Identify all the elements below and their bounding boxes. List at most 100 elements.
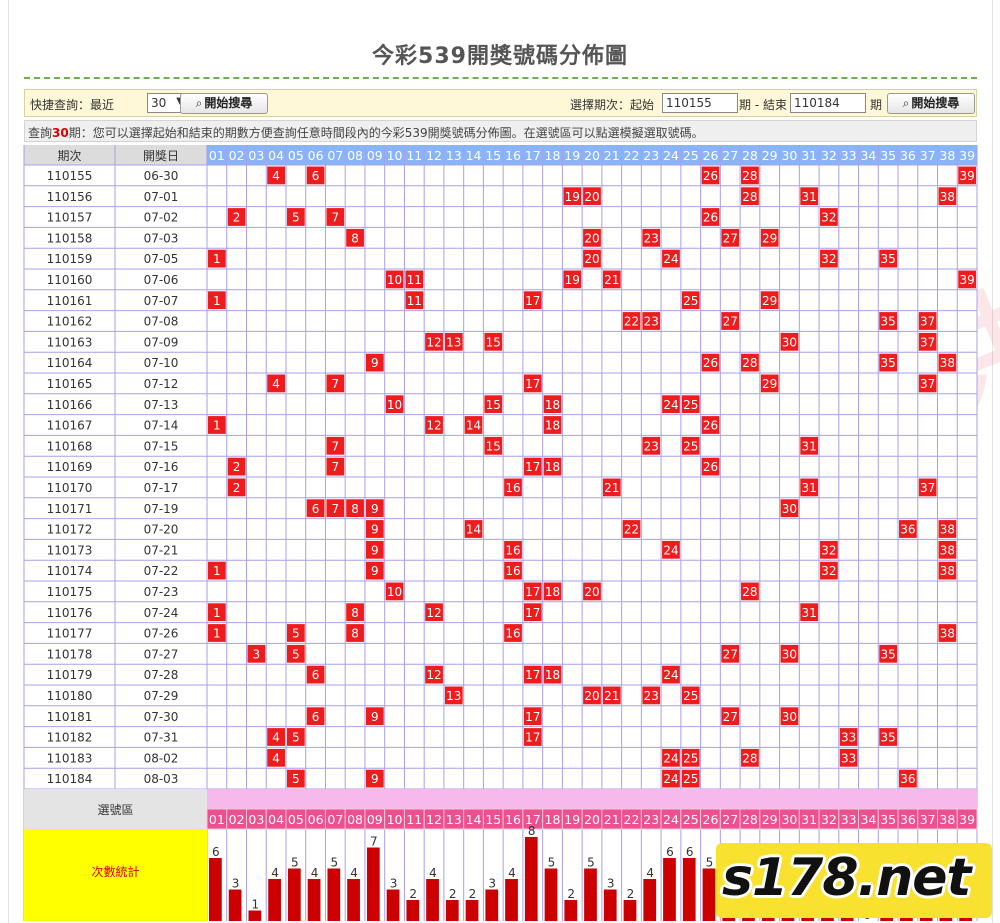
- drawn-number-label: 9: [371, 543, 379, 557]
- pick-number-label[interactable]: 36: [900, 812, 916, 827]
- count-bar: [406, 900, 420, 921]
- number-column-header: 35: [880, 148, 896, 163]
- number-column-header: 39: [959, 148, 975, 163]
- period-cell: 110173: [47, 543, 93, 557]
- pick-number-label[interactable]: 31: [801, 812, 817, 827]
- drawn-number-label: 20: [584, 689, 599, 703]
- pick-number-label[interactable]: 22: [624, 812, 640, 827]
- number-column-header: 04: [268, 148, 284, 163]
- pick-number-label[interactable]: 12: [426, 812, 442, 827]
- pick-number-label[interactable]: 27: [722, 812, 738, 827]
- pick-number-label[interactable]: 05: [288, 812, 304, 827]
- period-cell: 110163: [47, 335, 93, 349]
- pick-number-label[interactable]: 07: [327, 812, 343, 827]
- pick-number-label[interactable]: 39: [959, 812, 975, 827]
- count-bar: [248, 910, 262, 921]
- date-cell: 07-08: [144, 315, 179, 329]
- pick-number-label[interactable]: 11: [406, 812, 422, 827]
- drawn-number-label: 36: [900, 772, 915, 786]
- drawn-number-label: 37: [920, 335, 935, 349]
- drawn-number-label: 17: [525, 460, 540, 474]
- pick-number-label[interactable]: 21: [604, 812, 620, 827]
- pick-number-label[interactable]: 30: [781, 812, 797, 827]
- drawn-number-label: 7: [332, 211, 340, 225]
- pick-number-label[interactable]: 16: [505, 812, 521, 827]
- drawn-number-label: 38: [940, 627, 955, 641]
- drawn-number-label: 4: [272, 731, 280, 745]
- drawn-number-label: 2: [233, 211, 241, 225]
- date-cell: 07-26: [144, 627, 179, 641]
- number-column-header: 05: [288, 148, 304, 163]
- drawn-number-label: 25: [683, 689, 698, 703]
- drawn-number-label: 28: [742, 190, 757, 204]
- drawn-number-label: 18: [545, 460, 560, 474]
- pick-number-label[interactable]: 01: [209, 812, 225, 827]
- pick-number-label[interactable]: 26: [703, 812, 719, 827]
- drawn-number-label: 30: [782, 502, 797, 516]
- pick-number-label[interactable]: 25: [683, 812, 699, 827]
- period-cell: 110155: [47, 169, 93, 183]
- pick-number-label[interactable]: 28: [742, 812, 758, 827]
- pick-number-label[interactable]: 18: [545, 812, 561, 827]
- count-bar: [643, 879, 657, 921]
- drawn-number-label: 33: [841, 751, 856, 765]
- number-column-header: 37: [920, 148, 936, 163]
- pick-number-label[interactable]: 04: [268, 812, 284, 827]
- drawn-number-label: 21: [604, 689, 619, 703]
- count-bar: [327, 868, 341, 921]
- count-value: 8: [528, 824, 536, 838]
- pick-number-label[interactable]: 33: [841, 812, 857, 827]
- drawn-number-label: 7: [332, 502, 340, 516]
- pick-number-label[interactable]: 08: [347, 812, 363, 827]
- date-column-header: 開獎日: [143, 148, 179, 163]
- pick-number-label[interactable]: 06: [308, 812, 324, 827]
- number-column-header: 15: [485, 148, 501, 163]
- pick-number-label[interactable]: 29: [762, 812, 778, 827]
- pick-number-label[interactable]: 10: [387, 812, 403, 827]
- number-column-header: 24: [663, 148, 679, 163]
- pick-number-label[interactable]: 34: [860, 812, 876, 827]
- date-cell: 07-23: [144, 585, 179, 599]
- date-cell: 07-05: [144, 252, 179, 266]
- pick-number-label[interactable]: 23: [643, 812, 659, 827]
- drawn-number-label: 1: [213, 419, 221, 433]
- period-cell: 110161: [47, 294, 93, 308]
- date-cell: 06-30: [144, 169, 179, 183]
- pick-number-label[interactable]: 15: [485, 812, 501, 827]
- drawn-number-label: 23: [644, 231, 659, 245]
- pick-number-label[interactable]: 38: [939, 812, 955, 827]
- count-value: 3: [488, 877, 496, 891]
- pick-number-label[interactable]: 03: [248, 812, 264, 827]
- drawn-number-label: 7: [332, 377, 340, 391]
- number-column-header: 25: [683, 148, 699, 163]
- drawn-number-label: 31: [802, 439, 817, 453]
- period-cell: 110160: [47, 273, 93, 287]
- pick-number-label[interactable]: 09: [367, 812, 383, 827]
- drawn-number-label: 5: [292, 647, 300, 661]
- pick-number-label[interactable]: 19: [564, 812, 580, 827]
- pick-number-label[interactable]: 32: [821, 812, 837, 827]
- pick-number-label[interactable]: 02: [229, 812, 245, 827]
- pick-number-label[interactable]: 14: [466, 812, 482, 827]
- drawn-number-label: 23: [644, 315, 659, 329]
- drawn-number-label: 3: [253, 647, 261, 661]
- drawn-number-label: 36: [900, 523, 915, 537]
- count-bar: [584, 868, 597, 921]
- period-cell: 110162: [47, 315, 93, 329]
- period-cell: 110180: [47, 689, 93, 703]
- drawn-number-label: 9: [371, 772, 379, 786]
- number-column-header: 26: [703, 148, 719, 163]
- drawn-number-label: 8: [351, 627, 359, 641]
- pick-number-label[interactable]: 37: [920, 812, 936, 827]
- count-bar: [505, 879, 518, 921]
- pick-number-label[interactable]: 20: [584, 812, 600, 827]
- pick-number-label[interactable]: 24: [663, 812, 679, 827]
- drawn-number-label: 38: [940, 356, 955, 370]
- pick-number-label[interactable]: 35: [880, 812, 896, 827]
- pick-number-label[interactable]: 13: [446, 812, 462, 827]
- number-column-header: 22: [624, 148, 640, 163]
- drawn-number-label: 9: [371, 502, 379, 516]
- number-column-header: 03: [248, 148, 264, 163]
- drawn-number-label: 6: [312, 169, 320, 183]
- drawn-number-label: 8: [351, 231, 359, 245]
